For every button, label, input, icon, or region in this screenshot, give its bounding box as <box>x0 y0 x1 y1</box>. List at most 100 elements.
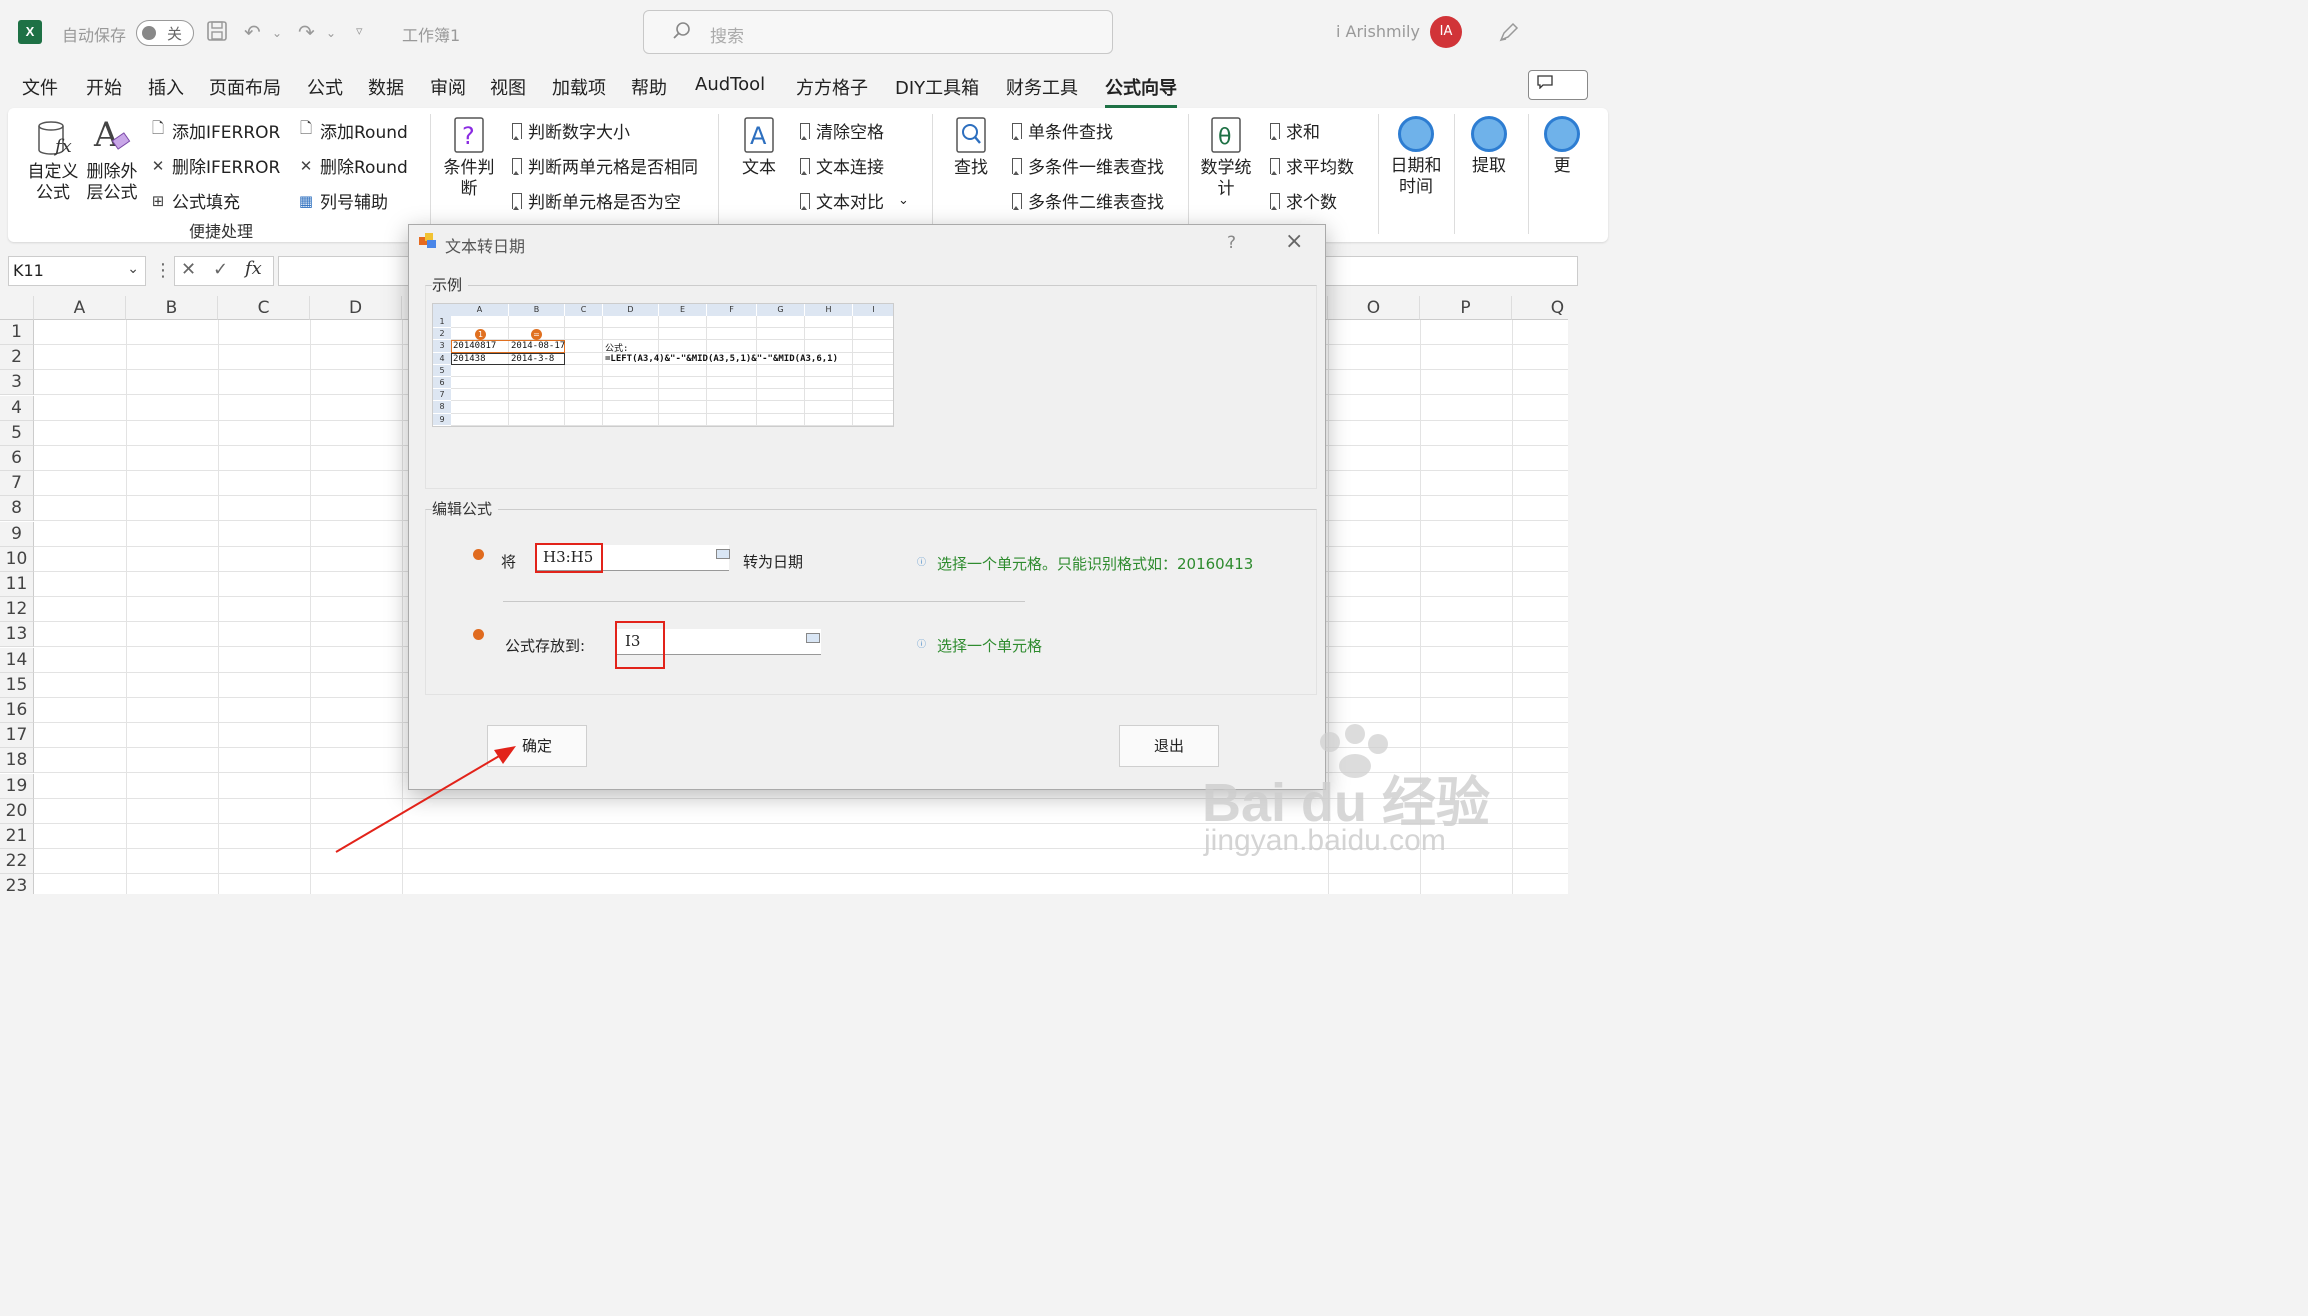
sample-image: A B C D E F G H I 1 2 3 4 5 6 7 8 9 1 = 20140817 2014-08-17 20… <box>432 303 894 427</box>
redo-dropdown-icon[interactable]: ⌄ <box>326 26 336 40</box>
add-round-button[interactable]: 🗋 添加Round <box>298 118 408 143</box>
row-header[interactable]: 16 <box>0 698 34 723</box>
condition-judge-button[interactable]: ? 条件判断 <box>442 116 496 200</box>
customize-qat-icon[interactable]: ▿ <box>356 24 363 39</box>
row-header[interactable]: 17 <box>0 723 34 749</box>
store-picker-icon[interactable] <box>806 633 820 643</box>
column-header[interactable]: B <box>126 296 218 320</box>
delete-round-label: 删除Round <box>320 158 408 178</box>
multi-condition-1d-find-button[interactable]: 多条件一维表查找 <box>1012 153 1164 178</box>
tab-home[interactable]: 开始 <box>86 74 122 100</box>
row-header[interactable]: 11 <box>0 572 34 597</box>
row-header[interactable]: 9 <box>0 521 34 547</box>
tab-formula-wizard[interactable]: 公式向导 <box>1105 74 1177 108</box>
close-button[interactable]: × <box>1285 229 1303 254</box>
text-join-button[interactable]: 文本连接 <box>800 153 884 178</box>
find-button[interactable]: 查找 <box>948 116 994 179</box>
tab-review[interactable]: 审阅 <box>430 74 466 100</box>
column-header[interactable]: Q <box>1512 296 1568 320</box>
tab-data[interactable]: 数据 <box>368 74 404 100</box>
row-header[interactable]: 8 <box>0 496 34 522</box>
custom-formula-button[interactable]: fx 自定义公式 <box>26 118 80 204</box>
tab-diy[interactable]: DIY工具箱 <box>895 74 979 100</box>
row-header[interactable]: 23 <box>0 874 34 894</box>
tab-insert[interactable]: 插入 <box>148 74 184 100</box>
pen-icon[interactable] <box>1497 20 1521 49</box>
column-header[interactable]: P <box>1420 296 1512 320</box>
tab-file[interactable]: 文件 <box>22 74 58 100</box>
tab-fangfang[interactable]: 方方格子 <box>796 74 868 100</box>
undo-icon[interactable]: ↶ <box>244 20 261 44</box>
text-button[interactable]: A 文本 <box>736 116 782 179</box>
tab-addins[interactable]: 加载项 <box>552 74 606 100</box>
row-header[interactable]: 15 <box>0 672 34 698</box>
delete-iferror-button[interactable]: ✕ 删除IFERROR <box>150 153 281 179</box>
more-button[interactable]: 更 <box>1542 116 1582 177</box>
row-header[interactable]: 2 <box>0 345 34 371</box>
average-button[interactable]: 求平均数 <box>1270 153 1354 178</box>
more-options-icon[interactable]: ⋮ <box>154 260 172 281</box>
insert-function-icon[interactable]: fx <box>245 258 262 279</box>
tab-view[interactable]: 视图 <box>490 74 526 100</box>
column-header[interactable]: A <box>34 296 126 320</box>
autosave-toggle[interactable]: 关 <box>136 20 194 46</box>
tab-help[interactable]: 帮助 <box>631 74 667 100</box>
row-header[interactable]: 3 <box>0 370 34 396</box>
store-label: 公式存放到: <box>505 637 586 655</box>
row-header[interactable]: 19 <box>0 773 34 799</box>
delete-round-button[interactable]: ✕ 删除Round <box>298 153 408 179</box>
column-header[interactable]: O <box>1328 296 1420 320</box>
tab-page-layout[interactable]: 页面布局 <box>209 74 281 100</box>
math-stat-button[interactable]: θ 数学统计 <box>1198 116 1254 200</box>
judge-number-size-button[interactable]: 判断数字大小 <box>512 118 630 143</box>
row-header[interactable]: 12 <box>0 597 34 623</box>
tab-finance[interactable]: 财务工具 <box>1006 74 1078 100</box>
row-header[interactable]: 21 <box>0 824 34 849</box>
column-helper-button[interactable]: ▦ 列号辅助 <box>298 188 388 214</box>
row-header[interactable]: 4 <box>0 395 34 421</box>
range-picker-icon[interactable] <box>716 549 730 559</box>
row-header[interactable]: 14 <box>0 647 34 673</box>
tab-formulas[interactable]: 公式 <box>307 74 343 100</box>
row-header[interactable]: 1 <box>0 320 34 345</box>
datetime-button[interactable]: 日期和时间 <box>1388 116 1444 198</box>
row-header[interactable]: 6 <box>0 446 34 471</box>
help-button[interactable]: ? <box>1227 233 1236 253</box>
row-header[interactable]: 5 <box>0 420 34 446</box>
sample-gridline <box>756 316 757 426</box>
ok-button[interactable]: 确定 <box>487 725 587 767</box>
comments-button[interactable] <box>1528 70 1588 100</box>
row-header[interactable]: 7 <box>0 471 34 497</box>
remove-outer-formula-button[interactable]: A 删除外层公式 <box>86 114 138 204</box>
multi-condition-2d-find-button[interactable]: 多条件二维表查找 <box>1012 188 1164 213</box>
sum-button[interactable]: 求和 <box>1270 118 1320 143</box>
column-header[interactable]: D <box>310 296 402 320</box>
select-all-corner[interactable] <box>0 296 34 320</box>
add-iferror-button[interactable]: 🗋 添加IFERROR <box>150 118 280 143</box>
clear-spaces-button[interactable]: 清除空格 <box>800 118 884 143</box>
tab-audtool[interactable]: AudTool <box>695 74 765 95</box>
text-compare-button[interactable]: 文本对比 ⌄ <box>800 188 909 213</box>
column-header[interactable]: C <box>218 296 310 320</box>
row-header[interactable]: 18 <box>0 748 34 774</box>
save-icon[interactable] <box>206 20 228 47</box>
row-header[interactable]: 10 <box>0 546 34 572</box>
row-header[interactable]: 20 <box>0 798 34 824</box>
extract-circle-icon <box>1471 116 1507 152</box>
name-box[interactable]: K11 ⌄ <box>8 256 146 286</box>
row-header[interactable]: 22 <box>0 849 34 875</box>
search-box[interactable]: 搜索 <box>643 10 1113 54</box>
confirm-icon[interactable]: ✓ <box>213 259 228 280</box>
formula-fill-button[interactable]: ⊞ 公式填充 <box>150 188 240 214</box>
row-header[interactable]: 13 <box>0 622 34 648</box>
undo-dropdown-icon[interactable]: ⌄ <box>272 26 282 40</box>
judge-two-cells-same-button[interactable]: 判断两单元格是否相同 <box>512 153 698 178</box>
redo-icon[interactable]: ↷ <box>298 20 315 44</box>
cancel-icon[interactable]: ✕ <box>181 259 196 280</box>
single-condition-find-button[interactable]: 单条件查找 <box>1012 118 1113 143</box>
judge-cell-empty-button[interactable]: 判断单元格是否为空 <box>512 188 681 213</box>
count-button[interactable]: 求个数 <box>1270 188 1337 213</box>
edit-formula-legend: 编辑公式 <box>432 498 499 519</box>
extract-button[interactable]: 提取 <box>1464 116 1514 177</box>
avatar[interactable]: IA <box>1430 16 1462 48</box>
